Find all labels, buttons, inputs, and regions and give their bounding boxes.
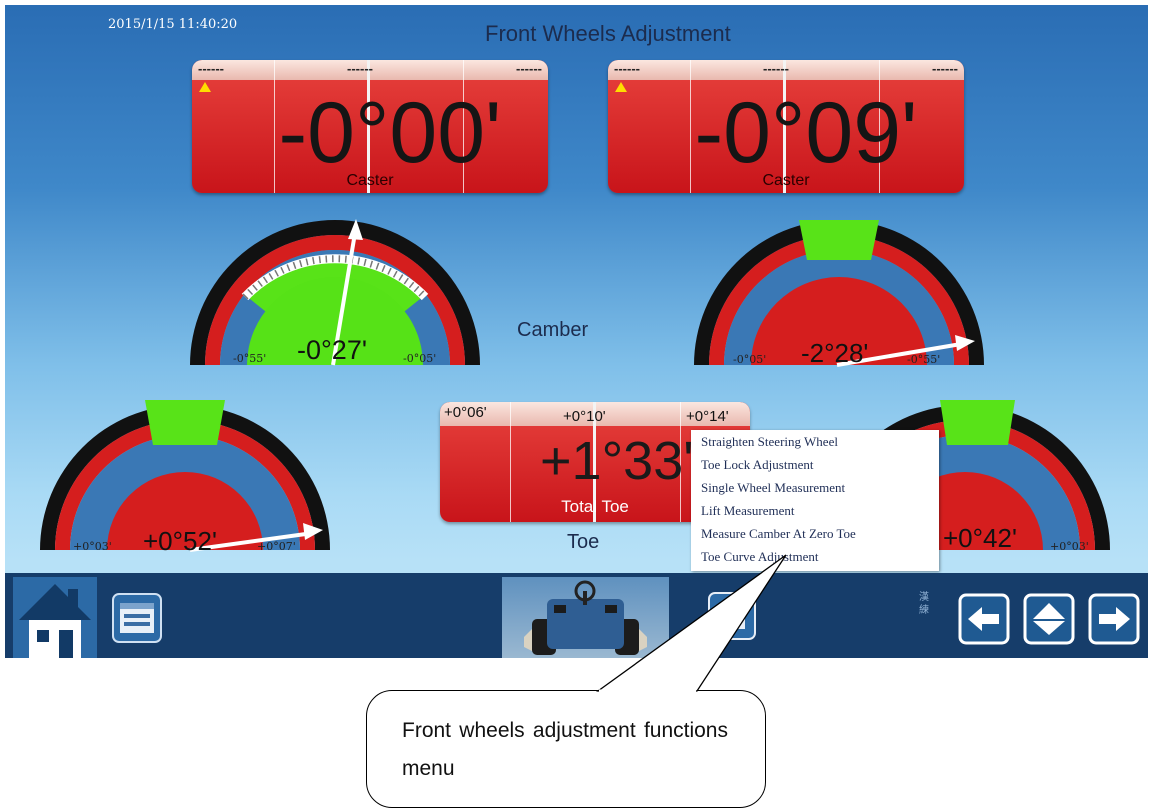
callout-text: Front wheels adjustment functions menu bbox=[402, 719, 728, 780]
callout-pointer bbox=[595, 554, 787, 693]
